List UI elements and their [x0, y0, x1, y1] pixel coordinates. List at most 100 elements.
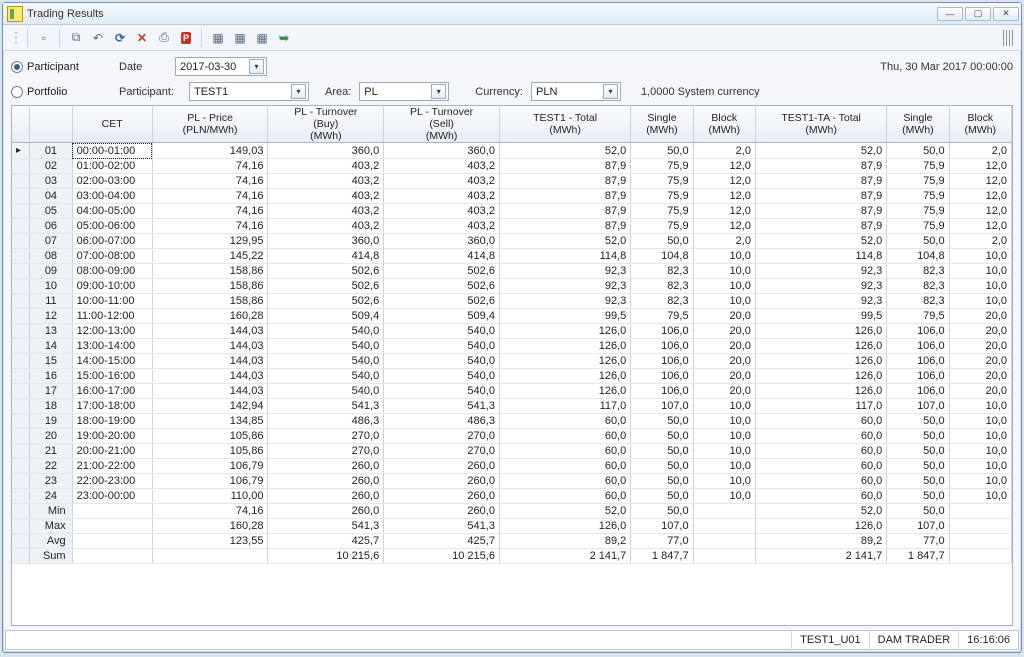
cell-price[interactable]: 145,22 [152, 249, 268, 264]
cell-tablk[interactable] [949, 534, 1011, 549]
cell-psing[interactable]: 50,0 [631, 429, 693, 444]
cell-pblk[interactable]: 20,0 [693, 369, 755, 384]
results-grid[interactable]: CET PL - Price(PLN/MWh) PL - Turnover(Bu… [11, 105, 1013, 626]
cell-buy[interactable]: 10 215,6 [268, 549, 384, 564]
print-icon[interactable]: ⎙ [155, 29, 173, 47]
send-icon[interactable]: ➥ [275, 29, 293, 47]
cell-psing[interactable]: 82,3 [631, 294, 693, 309]
cell-tatot[interactable]: 89,2 [755, 534, 886, 549]
cell-price[interactable]: 158,86 [152, 294, 268, 309]
cell-ptot[interactable]: 87,9 [499, 174, 630, 189]
cell-pblk[interactable]: 10,0 [693, 279, 755, 294]
cell-pblk[interactable]: 10,0 [693, 459, 755, 474]
cell-tatot[interactable]: 87,9 [755, 174, 886, 189]
cell-tasing[interactable]: 79,5 [887, 309, 949, 324]
cell-psing[interactable]: 50,0 [631, 489, 693, 504]
cell-buy[interactable]: 540,0 [268, 369, 384, 384]
cell-cet[interactable]: 18:00-19:00 [72, 414, 152, 429]
cell-sell[interactable]: 414,8 [384, 249, 500, 264]
cell-sell[interactable]: 360,0 [384, 234, 500, 249]
cell-tatot[interactable]: 52,0 [755, 143, 886, 159]
cell-price[interactable]: 105,86 [152, 429, 268, 444]
cell-price[interactable]: 160,28 [152, 519, 268, 534]
cell-price[interactable]: 74,16 [152, 174, 268, 189]
table-row[interactable]: 0605:00-06:0074,16403,2403,287,975,912,0… [12, 219, 1012, 234]
cell-tatot[interactable]: 92,3 [755, 264, 886, 279]
cell-buy[interactable]: 541,3 [268, 519, 384, 534]
cell-price[interactable]: 144,03 [152, 369, 268, 384]
cell-cet[interactable]: 05:00-06:00 [72, 219, 152, 234]
table-row[interactable]: 1009:00-10:00158,86502,6502,692,382,310,… [12, 279, 1012, 294]
cell-pblk[interactable]: 10,0 [693, 474, 755, 489]
cell-pblk[interactable]: 12,0 [693, 189, 755, 204]
table-row[interactable]: 0302:00-03:0074,16403,2403,287,975,912,0… [12, 174, 1012, 189]
cell-psing[interactable]: 50,0 [631, 474, 693, 489]
cell-buy[interactable]: 360,0 [268, 143, 384, 159]
cell-price[interactable]: 158,86 [152, 264, 268, 279]
summary-row[interactable]: Min74,16260,0260,052,050,052,050,0 [12, 504, 1012, 519]
cell-buy[interactable]: 502,6 [268, 294, 384, 309]
cell-price[interactable]: 160,28 [152, 309, 268, 324]
cell-ptot[interactable]: 60,0 [499, 444, 630, 459]
table-row[interactable]: 2423:00-00:00110,00260,0260,060,050,010,… [12, 489, 1012, 504]
table-row[interactable]: 2322:00-23:00106,79260,0260,060,050,010,… [12, 474, 1012, 489]
cell-tablk[interactable]: 10,0 [949, 474, 1011, 489]
cell-tablk[interactable]: 10,0 [949, 444, 1011, 459]
cell-price[interactable]: 106,79 [152, 474, 268, 489]
cell-ptot[interactable]: 52,0 [499, 143, 630, 159]
cell-ptot[interactable]: 126,0 [499, 519, 630, 534]
cell-tasing[interactable]: 50,0 [887, 459, 949, 474]
close-button[interactable]: ✕ [993, 7, 1019, 21]
cell-sell[interactable]: 360,0 [384, 143, 500, 159]
cell-ptot[interactable]: 60,0 [499, 429, 630, 444]
cell-ptot[interactable]: 126,0 [499, 354, 630, 369]
cell-price[interactable]: 142,94 [152, 399, 268, 414]
cell-tablk[interactable]: 12,0 [949, 159, 1011, 174]
cell-cet[interactable]: 03:00-04:00 [72, 189, 152, 204]
cell-tablk[interactable] [949, 519, 1011, 534]
cell-pblk[interactable]: 20,0 [693, 384, 755, 399]
cell-cet[interactable]: 00:00-01:00 [72, 143, 152, 159]
cell-tasing[interactable]: 82,3 [887, 294, 949, 309]
cell-tablk[interactable] [949, 504, 1011, 519]
cell-sell[interactable]: 540,0 [384, 354, 500, 369]
cell-psing[interactable]: 50,0 [631, 143, 693, 159]
cell-pblk[interactable]: 20,0 [693, 309, 755, 324]
cell-tatot[interactable]: 52,0 [755, 234, 886, 249]
cell-price[interactable]: 74,16 [152, 504, 268, 519]
cell-psing[interactable]: 107,0 [631, 519, 693, 534]
cell-sell[interactable]: 541,3 [384, 399, 500, 414]
cell-cet[interactable]: 10:00-11:00 [72, 294, 152, 309]
cell-cet[interactable]: 04:00-05:00 [72, 204, 152, 219]
table-row[interactable]: 0504:00-05:0074,16403,2403,287,975,912,0… [12, 204, 1012, 219]
cell-cet[interactable]: 22:00-23:00 [72, 474, 152, 489]
cell-cet[interactable]: 01:00-02:00 [72, 159, 152, 174]
th-pblk[interactable]: Block(MWh) [693, 106, 755, 143]
cell-tatot[interactable]: 126,0 [755, 369, 886, 384]
th-psing[interactable]: Single(MWh) [631, 106, 693, 143]
cell-tasing[interactable]: 107,0 [887, 519, 949, 534]
cell-sell[interactable]: 260,0 [384, 459, 500, 474]
cell-psing[interactable]: 75,9 [631, 219, 693, 234]
cell-cet[interactable]: 14:00-15:00 [72, 354, 152, 369]
cell-tatot[interactable]: 87,9 [755, 204, 886, 219]
table-row[interactable]: 1312:00-13:00144,03540,0540,0126,0106,02… [12, 324, 1012, 339]
cell-tatot[interactable]: 126,0 [755, 519, 886, 534]
cell-cet[interactable]: 21:00-22:00 [72, 459, 152, 474]
table-row[interactable]: 2120:00-21:00105,86270,0270,060,050,010,… [12, 444, 1012, 459]
cell-tatot[interactable]: 60,0 [755, 459, 886, 474]
cell-pblk[interactable] [693, 519, 755, 534]
cell-sell[interactable]: 486,3 [384, 414, 500, 429]
cell-psing[interactable]: 106,0 [631, 354, 693, 369]
cell-cet[interactable]: 08:00-09:00 [72, 264, 152, 279]
cell-tatot[interactable]: 117,0 [755, 399, 886, 414]
table-row[interactable]: 1110:00-11:00158,86502,6502,692,382,310,… [12, 294, 1012, 309]
cell-tablk[interactable]: 10,0 [949, 249, 1011, 264]
cell-sell[interactable]: 540,0 [384, 384, 500, 399]
cell-cet[interactable]: 11:00-12:00 [72, 309, 152, 324]
cell-ptot[interactable]: 92,3 [499, 264, 630, 279]
cell-sell[interactable]: 403,2 [384, 159, 500, 174]
cell-tasing[interactable]: 50,0 [887, 234, 949, 249]
cell-tasing[interactable]: 106,0 [887, 384, 949, 399]
cell-tablk[interactable]: 10,0 [949, 399, 1011, 414]
